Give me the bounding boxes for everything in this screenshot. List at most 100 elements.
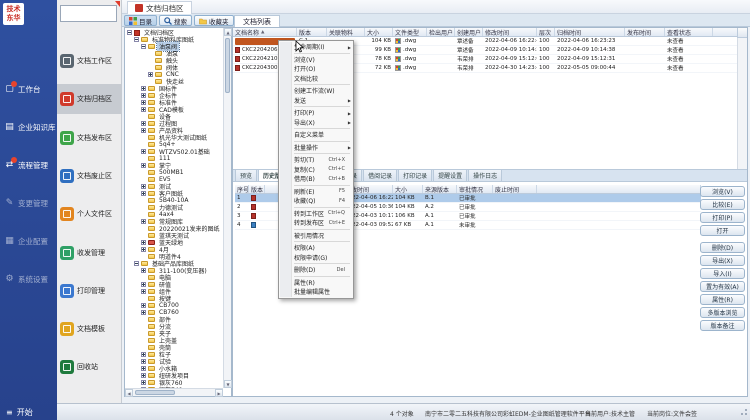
scroll-thumb[interactable] bbox=[135, 390, 175, 395]
expand-icon[interactable] bbox=[141, 121, 146, 126]
sidebar-item-enterprise-config[interactable]: ▦企业配置 bbox=[0, 230, 57, 252]
column-header[interactable]: 创建用户 bbox=[455, 28, 483, 36]
column-header[interactable]: 层次 bbox=[537, 28, 555, 36]
tree-node[interactable]: 客户图纸 bbox=[126, 190, 223, 197]
expand-icon[interactable] bbox=[141, 184, 146, 189]
tree-node[interactable]: 电脑 bbox=[126, 274, 223, 281]
collapse-icon[interactable] bbox=[134, 261, 139, 266]
detail-tab-5[interactable]: 打印记录 bbox=[398, 169, 432, 181]
tree-node[interactable]: EV5 bbox=[126, 176, 223, 183]
expand-icon[interactable] bbox=[141, 380, 146, 385]
menu-item[interactable]: 批量操作▶ bbox=[280, 143, 352, 153]
column-header[interactable]: 查看状态 bbox=[665, 28, 713, 36]
menu-item[interactable]: 剪切(T)Ctrl+X bbox=[280, 155, 352, 165]
menu-item[interactable]: 收藏(Q)F4 bbox=[280, 196, 352, 206]
scroll-left-icon[interactable]: ◀ bbox=[125, 389, 133, 397]
column-header[interactable]: 版本 bbox=[297, 28, 327, 36]
table-vertical-scrollbar[interactable] bbox=[737, 38, 747, 169]
expand-icon[interactable] bbox=[141, 93, 146, 98]
menu-item[interactable]: 删除(D)Del bbox=[280, 265, 352, 275]
menu-item[interactable]: 转到工作区Ctrl+Q bbox=[280, 209, 352, 219]
column-header[interactable]: 发布时间 bbox=[625, 28, 665, 36]
column-header[interactable]: 序号 bbox=[235, 185, 249, 193]
expand-icon[interactable] bbox=[141, 303, 146, 308]
menu-item[interactable]: 打开(O) bbox=[280, 64, 352, 74]
menu-item[interactable]: 复制(C)Ctrl+C bbox=[280, 165, 352, 175]
scroll-down-icon[interactable]: ▼ bbox=[224, 380, 232, 388]
module-item-personal-files[interactable]: 个人文件区 bbox=[57, 199, 121, 229]
expand-icon[interactable] bbox=[141, 240, 146, 245]
column-header[interactable]: 审批情况 bbox=[457, 185, 493, 193]
compare-button[interactable]: 比较(E) bbox=[700, 199, 745, 210]
tree-node[interactable]: 分流 bbox=[126, 323, 223, 330]
toolbar-button-search[interactable]: 搜索 bbox=[159, 15, 192, 26]
detail-tab-0[interactable]: 预览 bbox=[235, 169, 257, 181]
expand-icon[interactable] bbox=[141, 100, 146, 105]
tree-node[interactable]: WTZV502.01基础 bbox=[126, 148, 223, 155]
sidebar-item-workbench[interactable]: ▢工作台 bbox=[0, 78, 57, 100]
version-note-button[interactable]: 版本备注 bbox=[700, 320, 745, 331]
expand-icon[interactable] bbox=[141, 359, 146, 364]
menu-item[interactable]: 权限申请(G) bbox=[280, 253, 352, 263]
menu-item[interactable]: 权限(A) bbox=[280, 243, 352, 253]
module-item-doc-template[interactable]: 文档模板 bbox=[57, 314, 121, 344]
column-header[interactable]: 关联物料 bbox=[327, 28, 365, 36]
menu-item[interactable]: 浏览(V) bbox=[280, 55, 352, 65]
tree-node[interactable]: 粒子 bbox=[126, 351, 223, 358]
properties-button[interactable]: 属性(R) bbox=[700, 294, 745, 305]
menu-item[interactable]: 发送▶ bbox=[280, 96, 352, 106]
browse-button[interactable]: 浏览(V) bbox=[700, 186, 745, 197]
tree-node[interactable]: 阀体 bbox=[126, 64, 223, 71]
expand-icon[interactable] bbox=[141, 247, 146, 252]
tree-node[interactable]: 力德测试 bbox=[126, 204, 223, 211]
tree-node[interactable]: 按键 bbox=[126, 295, 223, 302]
tree-node[interactable]: 壳筒 bbox=[126, 344, 223, 351]
module-item-doc-workspace[interactable]: 文档工作区 bbox=[57, 46, 121, 76]
module-search-input[interactable] bbox=[60, 5, 117, 22]
toolbar-button-directory[interactable]: 目录 bbox=[124, 15, 157, 26]
expand-icon[interactable] bbox=[141, 128, 146, 133]
tree-node[interactable]: 蓝天绿地 bbox=[126, 239, 223, 246]
column-header[interactable]: 来源版本 bbox=[423, 185, 457, 193]
scroll-thumb[interactable] bbox=[225, 38, 230, 93]
column-header[interactable]: 检出用户 bbox=[427, 28, 455, 36]
module-item-doc-obsolete[interactable]: 文档废止区 bbox=[57, 161, 121, 191]
expand-icon[interactable] bbox=[141, 268, 146, 273]
tree-node[interactable]: 311-100(变压器) bbox=[126, 267, 223, 274]
sidebar-item-change-mgmt[interactable]: ✎变更管理 bbox=[0, 192, 57, 214]
menu-item[interactable]: 生命周期(I)▶ bbox=[280, 42, 352, 52]
expand-icon[interactable] bbox=[141, 191, 146, 196]
toolbar-button-favorites[interactable]: 收藏夹 bbox=[194, 15, 234, 26]
detail-tab-7[interactable]: 操作日志 bbox=[468, 169, 502, 181]
tree-node[interactable]: 111 bbox=[126, 155, 223, 162]
tree-node[interactable]: 掌宁 bbox=[126, 162, 223, 169]
scroll-right-icon[interactable]: ▶ bbox=[215, 389, 223, 397]
menu-item[interactable]: 打印(P)▶ bbox=[280, 108, 352, 118]
import-button[interactable]: 导入(I) bbox=[700, 268, 745, 279]
tree-node[interactable]: CAD模板 bbox=[126, 106, 223, 113]
expand-icon[interactable] bbox=[141, 149, 146, 154]
expand-icon[interactable] bbox=[141, 163, 146, 168]
open-button[interactable]: 打开 bbox=[700, 225, 745, 236]
column-header[interactable]: 废止时间 bbox=[493, 185, 537, 193]
tree-node[interactable]: 上壳盖 bbox=[126, 337, 223, 344]
scroll-up-icon[interactable]: ▲ bbox=[224, 28, 232, 36]
delete-button[interactable]: 删除(D) bbox=[700, 242, 745, 253]
tree-node[interactable]: 机光华大测试图纸 bbox=[126, 134, 223, 141]
module-item-print-mgmt[interactable]: 打印管理 bbox=[57, 276, 121, 306]
tab-doc-list[interactable]: 文档列表 bbox=[234, 15, 280, 27]
expand-icon[interactable] bbox=[141, 366, 146, 371]
column-header[interactable]: 文件类型 bbox=[393, 28, 427, 36]
column-header[interactable]: 版本 bbox=[249, 185, 265, 193]
expand-icon[interactable] bbox=[141, 107, 146, 112]
menu-item[interactable]: 导出(X)▶ bbox=[280, 118, 352, 128]
expand-icon[interactable] bbox=[141, 373, 146, 378]
menu-item[interactable]: 属性(R) bbox=[280, 278, 352, 288]
set-effective-button[interactable]: 置为有效(A) bbox=[700, 281, 745, 292]
tree-vertical-scrollbar[interactable]: ▲ ▼ bbox=[223, 28, 231, 388]
detail-tab-6[interactable]: 提醒设置 bbox=[433, 169, 467, 181]
expand-icon[interactable] bbox=[141, 282, 146, 287]
sidebar-item-system-settings[interactable]: ⚙系统设置 bbox=[0, 268, 57, 290]
tree-horizontal-scrollbar[interactable]: ◀ ▶ bbox=[125, 388, 223, 396]
menu-item[interactable]: 转到发布区Ctrl+E bbox=[280, 218, 352, 228]
